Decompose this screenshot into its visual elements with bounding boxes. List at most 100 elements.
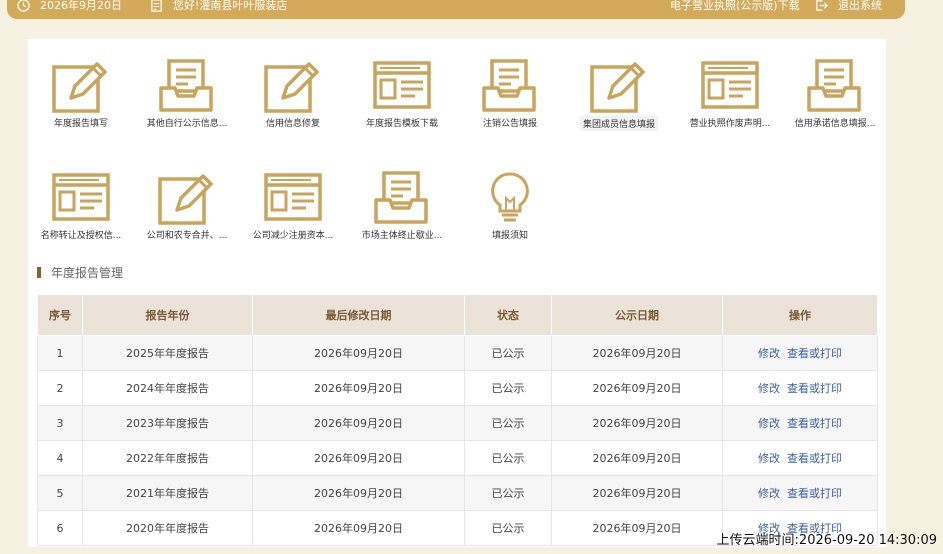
license-download-label[interactable]: 电子营业执照(公示版)下载 xyxy=(670,0,800,13)
cell-no: 2 xyxy=(37,370,83,406)
clock-icon xyxy=(17,0,30,12)
logout-icon xyxy=(816,0,828,11)
form-window-icon xyxy=(671,58,789,114)
section-title-text: 年度报告管理 xyxy=(51,266,124,280)
cell-actions: 修改 查看或打印 xyxy=(722,405,878,441)
tile-label: 填报须知 xyxy=(491,231,528,241)
cell-status: 已公示 xyxy=(464,405,552,441)
edit-icon xyxy=(560,58,678,114)
cell-year: 2025年年度报告 xyxy=(82,335,253,371)
logout-label[interactable]: 退出系统 xyxy=(838,0,882,13)
annual-report-table: 序号 报告年份 最后修改日期 状态 公示日期 操作 1 2025年年度报告 2026… xyxy=(37,294,878,546)
view-print-link[interactable]: 查看或打印 xyxy=(787,417,842,430)
cell-year: 2020年年度报告 xyxy=(82,510,253,546)
view-print-link[interactable]: 查看或打印 xyxy=(787,382,842,395)
view-print-link[interactable]: 查看或打印 xyxy=(787,452,842,465)
tile-label: 公司减少注册资本... xyxy=(252,231,334,241)
tile-2[interactable]: 其他自行公示信息... xyxy=(128,58,246,129)
cell-publish-date: 2026年09月20日 xyxy=(551,510,723,546)
lightbulb-icon xyxy=(451,170,569,226)
col-header-actions: 操作 xyxy=(722,294,878,336)
edit-link[interactable]: 修改 xyxy=(758,452,780,465)
cell-status: 已公示 xyxy=(464,475,552,511)
cell-status: 已公示 xyxy=(464,335,552,371)
top-bar: 2026年9月20日 您好!灌南县叶叶服装店 电子营业执照(公示版)下载 退出系… xyxy=(7,0,905,19)
logout-button[interactable]: 退出系统 xyxy=(815,0,882,13)
tile-label: 其他自行公示信息... xyxy=(146,119,228,129)
tile-13[interactable]: 填报须知 xyxy=(451,170,569,241)
cell-actions: 修改 查看或打印 xyxy=(722,475,878,511)
tile-5[interactable]: 注销公告填报 xyxy=(451,58,569,129)
cell-year: 2023年年度报告 xyxy=(82,405,253,441)
greeting-area: 您好!灌南县叶叶服装店 xyxy=(150,0,287,13)
date-area: 2026年9月20日 xyxy=(17,0,122,13)
license-download-link[interactable]: 电子营业执照(公示版)下载 xyxy=(670,0,800,13)
tile-label: 名称转让及授权信... xyxy=(40,231,122,241)
cell-modified: 2026年09月20日 xyxy=(252,510,465,546)
view-print-link[interactable]: 查看或打印 xyxy=(787,347,842,360)
tile-10[interactable]: 公司和农专合并、... xyxy=(128,170,246,241)
cell-modified: 2026年09月20日 xyxy=(252,405,465,441)
table-row: 3 2023年年度报告 2026年09月20日 已公示 2026年09月20日 修改 查看… xyxy=(37,405,878,441)
tile-8[interactable]: 信用承诺信息填报... xyxy=(776,58,894,129)
tile-6[interactable]: 集团成员信息填报 xyxy=(560,58,678,135)
edit-icon xyxy=(128,170,246,226)
table-header-row: 序号 报告年份 最后修改日期 状态 公示日期 操作 xyxy=(37,294,878,336)
tile-11[interactable]: 公司减少注册资本... xyxy=(234,170,352,241)
col-header-year: 报告年份 xyxy=(82,294,253,336)
tile-label: 公司和农专合并、... xyxy=(146,231,228,241)
section-title: 年度报告管理 xyxy=(37,264,123,281)
view-print-link[interactable]: 查看或打印 xyxy=(787,487,842,500)
tile-9[interactable]: 名称转让及授权信... xyxy=(22,170,140,241)
cell-actions: 修改 查看或打印 xyxy=(722,440,878,476)
tile-12[interactable]: 市场主体终止歇业... xyxy=(343,170,461,241)
cell-modified: 2026年09月20日 xyxy=(252,335,465,371)
cell-status: 已公示 xyxy=(464,510,552,546)
tile-label: 年度报告填写 xyxy=(53,119,108,129)
cell-no: 1 xyxy=(37,335,83,371)
tile-1[interactable]: 年度报告填写 xyxy=(22,58,140,129)
edit-icon xyxy=(22,58,140,114)
cell-publish-date: 2026年09月20日 xyxy=(551,475,723,511)
form-window-icon xyxy=(234,170,352,226)
greeting-text: 您好!灌南县叶叶服装店 xyxy=(173,0,288,12)
tile-3[interactable]: 信用信息修复 xyxy=(234,58,352,129)
tile-label: 信用信息修复 xyxy=(265,119,320,129)
cell-no: 3 xyxy=(37,405,83,441)
inbox-icon xyxy=(776,58,894,114)
cell-year: 2021年年度报告 xyxy=(82,475,253,511)
cell-status: 已公示 xyxy=(464,440,552,476)
cell-no: 6 xyxy=(37,510,83,546)
cell-publish-date: 2026年09月20日 xyxy=(551,440,723,476)
cell-year: 2022年年度报告 xyxy=(82,440,253,476)
table-row: 2 2024年年度报告 2026年09月20日 已公示 2026年09月20日 修改 查看… xyxy=(37,370,878,406)
tile-label: 营业执照作废声明... xyxy=(689,119,771,129)
edit-link[interactable]: 修改 xyxy=(758,347,780,360)
tile-label: 年度报告模板下载 xyxy=(365,119,438,129)
cell-modified: 2026年09月20日 xyxy=(252,370,465,406)
cell-status: 已公示 xyxy=(464,370,552,406)
tile-7[interactable]: 营业执照作废声明... xyxy=(671,58,789,129)
cell-year: 2024年年度报告 xyxy=(82,370,253,406)
inbox-icon xyxy=(343,170,461,226)
document-icon xyxy=(151,0,162,12)
tile-4[interactable]: 年度报告模板下载 xyxy=(343,58,461,129)
upload-timestamp: 上传云端时间:2026-09-20 14:30:09 xyxy=(716,533,937,548)
section-marker xyxy=(37,267,41,278)
edit-link[interactable]: 修改 xyxy=(758,417,780,430)
tile-label: 集团成员信息填报 xyxy=(579,116,658,131)
cell-no: 5 xyxy=(37,475,83,511)
col-header-publish-date: 公示日期 xyxy=(551,294,723,336)
tile-label: 信用承诺信息填报... xyxy=(794,119,876,129)
col-header-status: 状态 xyxy=(464,294,552,336)
col-header-no: 序号 xyxy=(37,294,83,336)
current-date: 2026年9月20日 xyxy=(40,0,122,12)
table-row: 4 2022年年度报告 2026年09月20日 已公示 2026年09月20日 修改 查看… xyxy=(37,440,878,476)
edit-link[interactable]: 修改 xyxy=(758,487,780,500)
cell-modified: 2026年09月20日 xyxy=(252,475,465,511)
col-header-modified: 最后修改日期 xyxy=(252,294,465,336)
edit-link[interactable]: 修改 xyxy=(758,382,780,395)
cell-no: 4 xyxy=(37,440,83,476)
cell-publish-date: 2026年09月20日 xyxy=(551,335,723,371)
edit-icon xyxy=(234,58,352,114)
